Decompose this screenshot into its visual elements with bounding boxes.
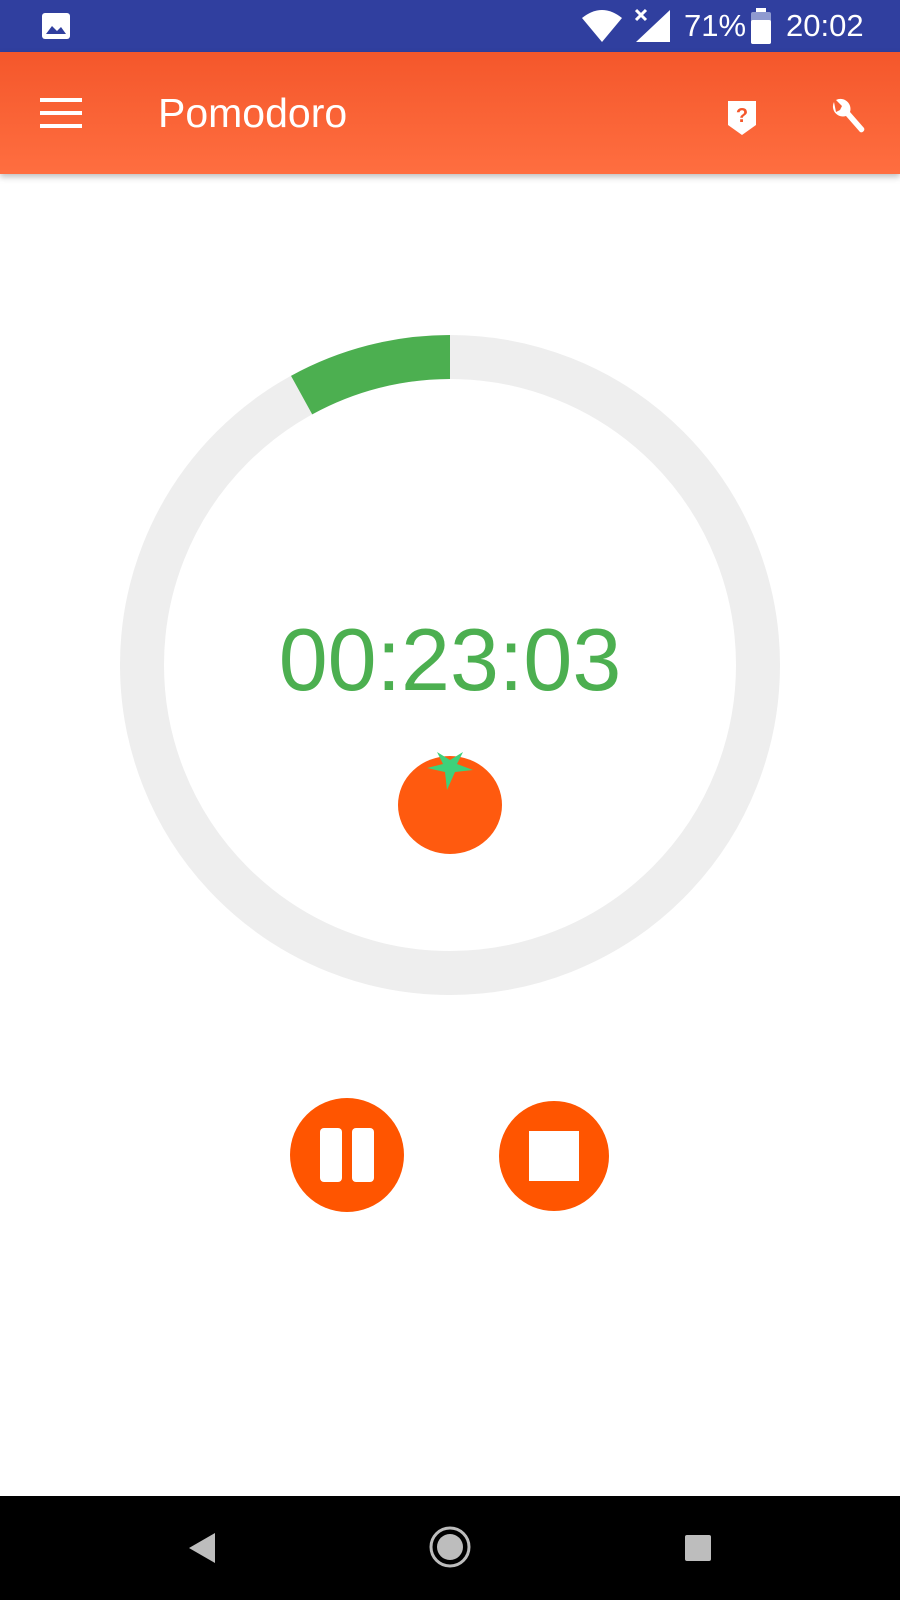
home-icon	[429, 1526, 471, 1568]
recents-icon	[685, 1535, 711, 1561]
battery-percentage: 71%	[684, 8, 747, 43]
stop-icon	[529, 1131, 579, 1181]
screen: 71% 20:02 Pomodoro ? 00:23:03	[0, 0, 900, 1600]
stop-button[interactable]	[499, 1101, 609, 1211]
home-button[interactable]	[423, 1520, 477, 1574]
battery-icon	[751, 8, 771, 44]
status-bar: 71% 20:02	[0, 0, 900, 52]
signal-icon	[634, 8, 670, 42]
help-icon: ?	[728, 101, 756, 135]
progress-arc	[291, 335, 451, 415]
pause-icon	[320, 1128, 374, 1182]
wrench-icon	[832, 98, 865, 133]
gallery-icon	[42, 13, 70, 39]
timer-display: 00:23:03	[278, 610, 622, 709]
menu-icon	[40, 98, 82, 128]
navigation-bar	[0, 1496, 900, 1600]
settings-button[interactable]	[818, 88, 878, 148]
menu-button[interactable]	[30, 82, 92, 144]
back-icon	[189, 1533, 215, 1563]
tomato-icon	[398, 752, 502, 854]
app-bar: Pomodoro ?	[0, 52, 900, 174]
recents-button[interactable]	[672, 1522, 724, 1574]
help-button[interactable]: ?	[712, 88, 772, 148]
pause-button[interactable]	[290, 1098, 404, 1212]
wifi-icon	[582, 10, 622, 42]
status-time: 20:02	[786, 8, 864, 43]
svg-text:?: ?	[736, 105, 748, 127]
back-button[interactable]	[176, 1522, 228, 1574]
page-title: Pomodoro	[158, 90, 348, 136]
